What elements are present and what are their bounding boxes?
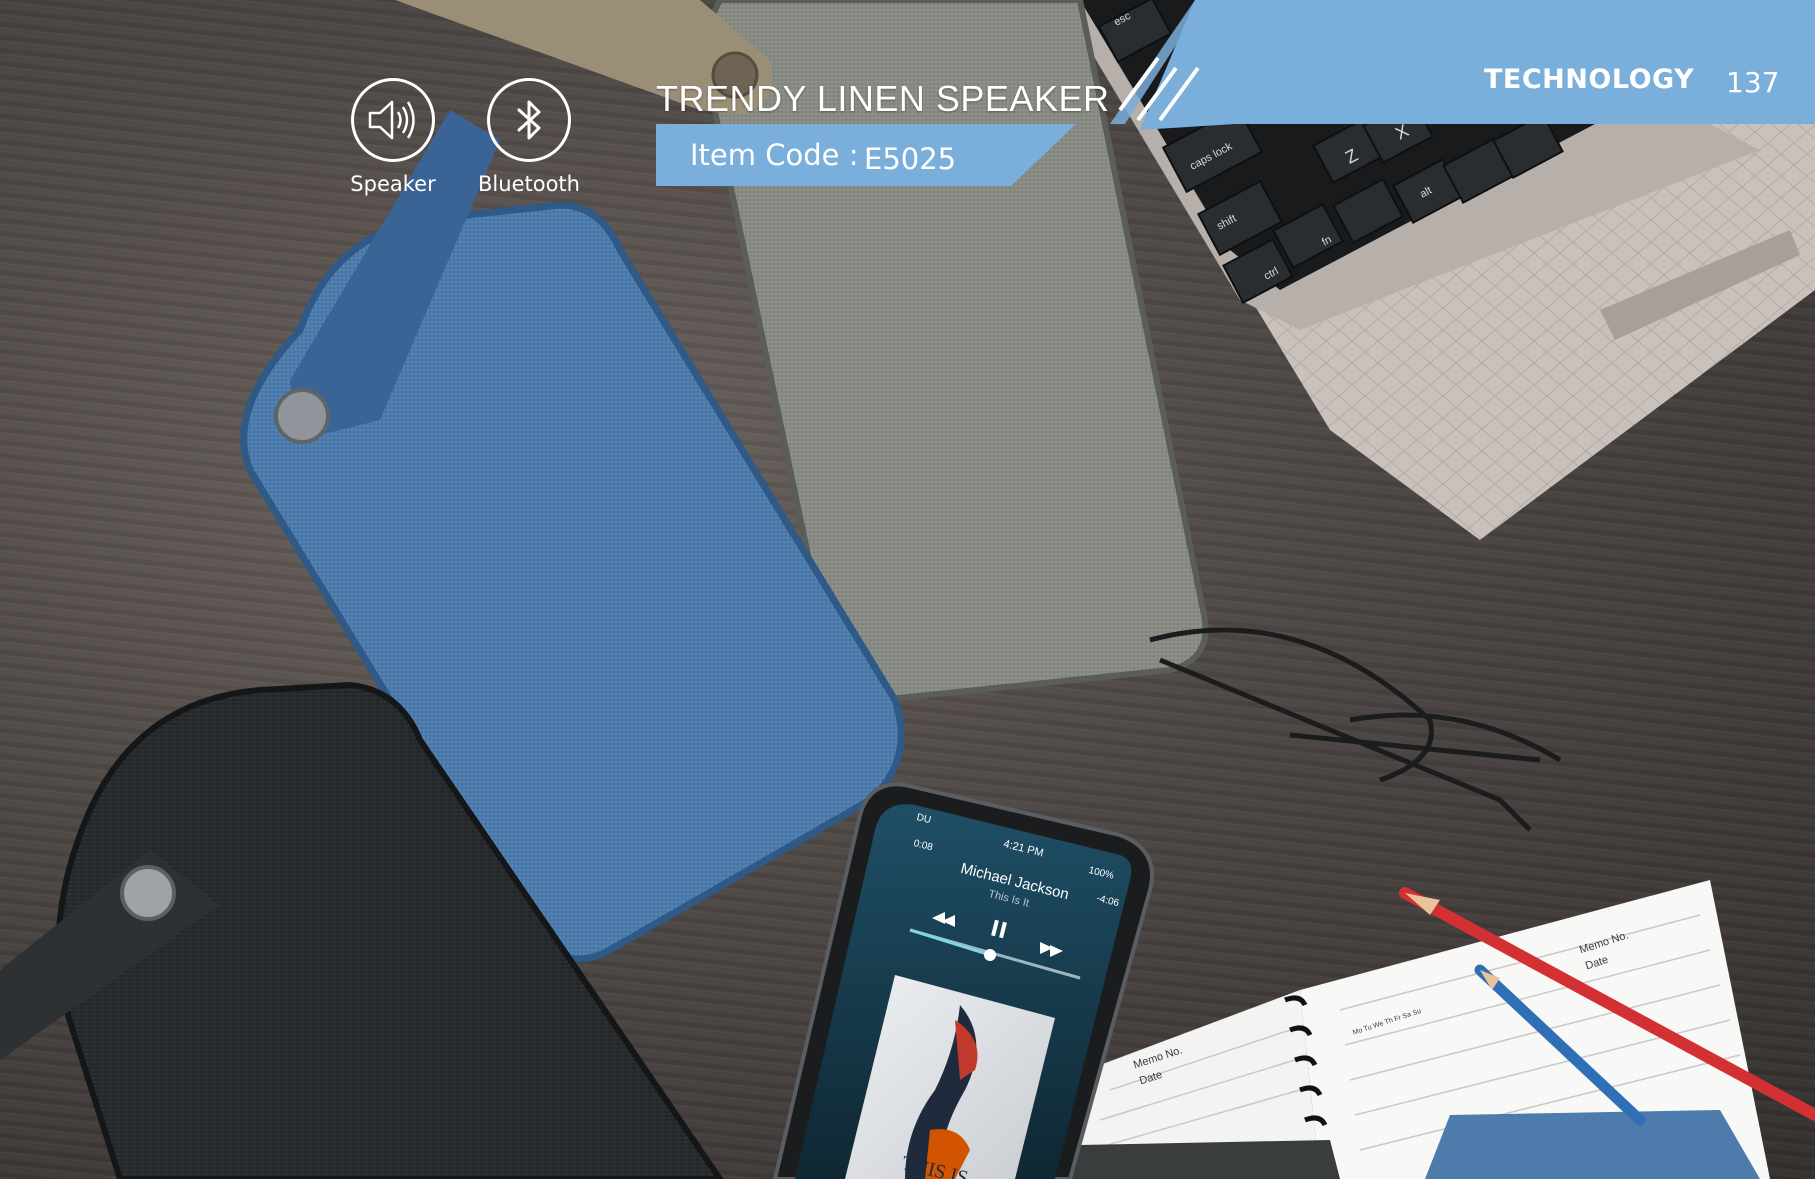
- eyeglasses: [1149, 627, 1562, 832]
- feature-label-bluetooth: Bluetooth: [478, 172, 580, 196]
- feature-label-speaker: Speaker: [350, 172, 436, 196]
- speaker-icon: [351, 78, 435, 162]
- bluetooth-icon: [487, 78, 571, 162]
- product-title: TRENDY LINEN SPEAKER: [656, 78, 1110, 119]
- page-number: 137: [1726, 66, 1780, 99]
- catalog-page: TRENDY LINEN SPEAKER Item Code : E5025 T…: [0, 0, 1815, 1179]
- feature-bluetooth: Bluetooth: [464, 78, 594, 196]
- item-code-value: E5025: [864, 142, 957, 176]
- section-label: TECHNOLOGY: [1484, 64, 1695, 95]
- feature-speaker: Speaker: [328, 78, 458, 196]
- item-code-label: Item Code :: [690, 138, 859, 172]
